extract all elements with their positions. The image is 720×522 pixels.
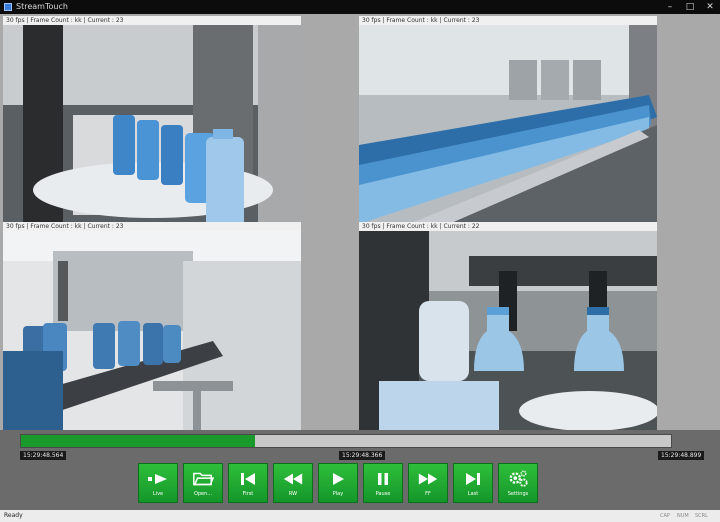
end-timestamp: 15:29:48.899 — [658, 451, 705, 460]
playback-controls: 15:29:48.564 15:29:48.366 15:29:48.899 L… — [0, 430, 720, 510]
close-icon[interactable]: ✕ — [700, 0, 720, 14]
button-label: FF — [425, 490, 431, 497]
video-pane-1[interactable]: 30 fps | Frame Count : kk | Current : 23 — [3, 16, 301, 224]
title-bar: StreamTouch – □ ✕ — [0, 0, 720, 14]
status-bar: Ready CAP NUM SCRL — [0, 510, 720, 522]
video-pane-2[interactable]: 30 fps | Frame Count : kk | Current : 23 — [359, 16, 657, 224]
live-icon — [147, 470, 169, 488]
caps-lock-indicator: CAP — [660, 513, 670, 519]
pane-caption: 30 fps | Frame Count : kk | Current : 23 — [3, 222, 301, 231]
open-button[interactable]: Open... — [183, 463, 223, 503]
pause-button[interactable]: Pause — [363, 463, 403, 503]
button-label: RW — [288, 490, 298, 497]
play-button[interactable]: Play — [318, 463, 358, 503]
live-button[interactable]: Live — [138, 463, 178, 503]
status-text: Ready — [4, 512, 23, 519]
play-icon — [327, 470, 349, 488]
button-label: First — [242, 490, 254, 497]
rewind-button[interactable]: RW — [273, 463, 313, 503]
button-label: Pause — [375, 490, 391, 497]
pane-caption: 30 fps | Frame Count : kk | Current : 23 — [3, 16, 301, 25]
button-label: Open... — [193, 490, 213, 497]
video-frame — [359, 231, 657, 430]
timeline-progress — [21, 435, 255, 447]
first-button[interactable]: First — [228, 463, 268, 503]
pause-icon — [372, 470, 394, 488]
video-pane-4[interactable]: 30 fps | Frame Count : kk | Current : 22 — [359, 222, 657, 430]
skip-last-icon — [462, 470, 484, 488]
minimize-icon[interactable]: – — [660, 0, 680, 14]
fast-forward-button[interactable]: FF — [408, 463, 448, 503]
button-label: Settings — [507, 490, 529, 497]
video-grid: 30 fps | Frame Count : kk | Current : 23 — [0, 14, 720, 430]
video-frame — [3, 25, 301, 224]
timeline-slider[interactable] — [20, 434, 672, 448]
video-pane-3[interactable]: 30 fps | Frame Count : kk | Current : 23 — [3, 222, 301, 430]
app-window: StreamTouch – □ ✕ 30 fps | Frame Count :… — [0, 0, 720, 522]
start-timestamp: 15:29:48.564 — [20, 451, 67, 460]
scroll-lock-indicator: SCRL — [695, 513, 708, 519]
video-frame — [3, 231, 301, 430]
folder-icon — [192, 470, 214, 488]
num-lock-indicator: NUM — [677, 513, 689, 519]
settings-button[interactable]: Settings — [498, 463, 538, 503]
window-title: StreamTouch — [16, 2, 68, 11]
button-label: Play — [332, 490, 344, 497]
fast-forward-icon — [417, 470, 439, 488]
button-label: Live — [152, 490, 164, 497]
rewind-icon — [282, 470, 304, 488]
last-button[interactable]: Last — [453, 463, 493, 503]
video-frame — [359, 25, 657, 224]
skip-first-icon — [237, 470, 259, 488]
pane-caption: 30 fps | Frame Count : kk | Current : 23 — [359, 16, 657, 25]
maximize-icon[interactable]: □ — [680, 0, 700, 14]
gear-icon — [507, 469, 529, 488]
app-icon — [4, 3, 12, 11]
button-label: Last — [467, 490, 479, 497]
current-timestamp: 15:29:48.366 — [339, 451, 386, 460]
pane-caption: 30 fps | Frame Count : kk | Current : 22 — [359, 222, 657, 231]
